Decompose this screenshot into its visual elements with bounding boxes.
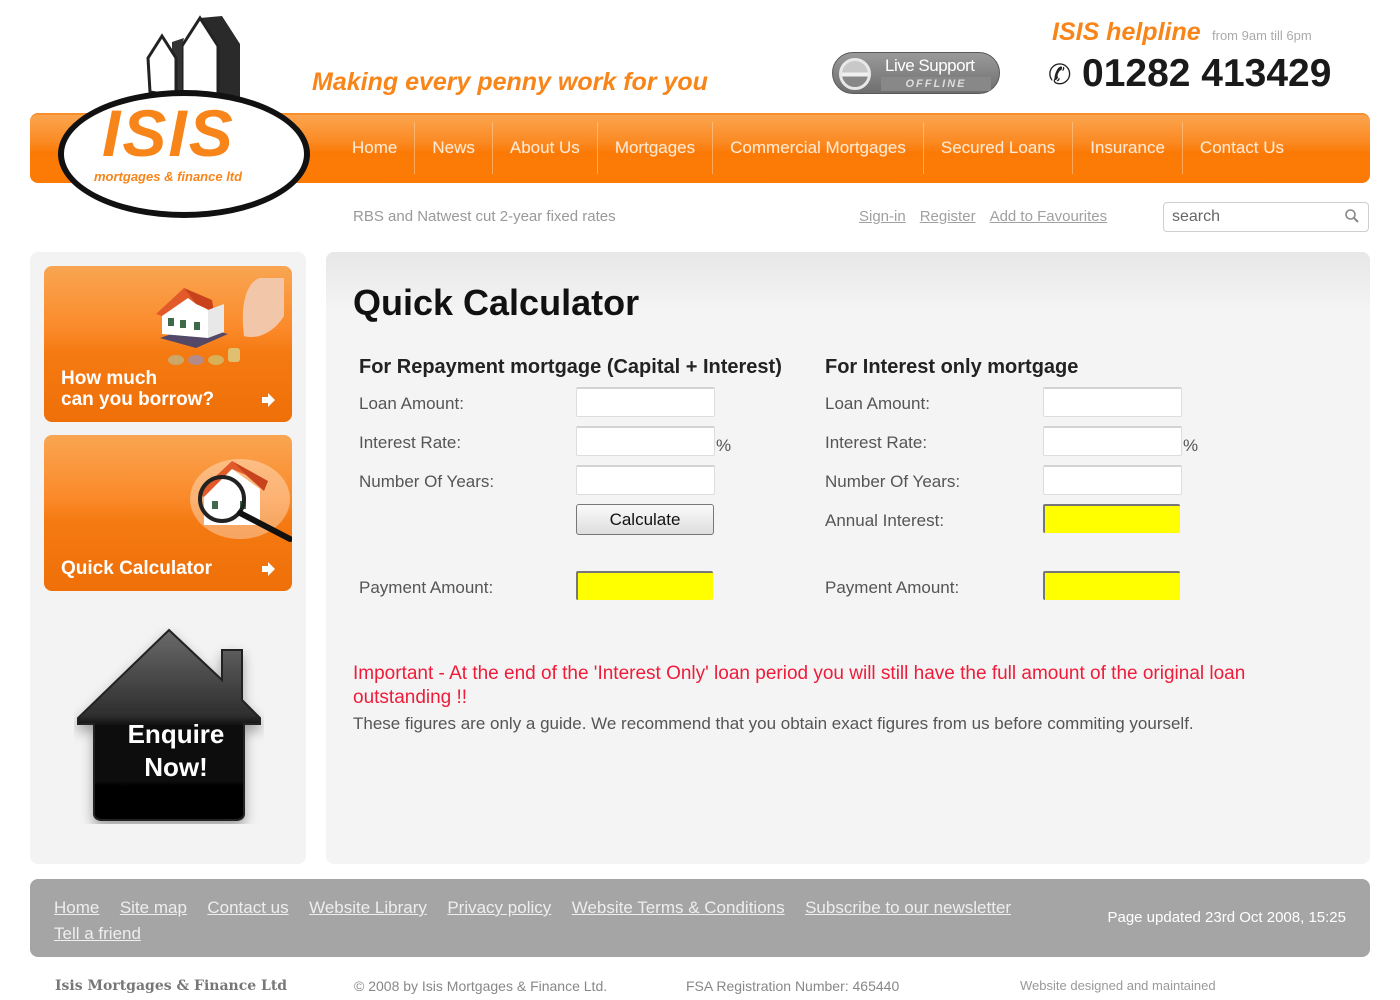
loan-amount-label: Loan Amount: bbox=[825, 394, 930, 413]
interest-only-heading: For Interest only mortgage bbox=[825, 356, 1079, 378]
search-icon[interactable] bbox=[1344, 208, 1360, 224]
calculate-button[interactable]: Calculate bbox=[576, 504, 714, 535]
nav-item-contact-us[interactable]: Contact Us bbox=[1181, 122, 1301, 174]
io-years-row: Number Of Years: bbox=[825, 465, 1182, 504]
enquire-now-button[interactable]: Enquire Now! bbox=[74, 624, 264, 824]
promo-label-line1: How much bbox=[61, 368, 158, 389]
promo-label: Quick Calculator bbox=[61, 558, 212, 579]
nav-item-commercial-mortgages[interactable]: Commercial Mortgages bbox=[712, 122, 923, 174]
footer-link-contact-us[interactable]: Contact us bbox=[207, 898, 288, 917]
footer-link-home[interactable]: Home bbox=[54, 898, 99, 917]
account-links: Sign-in Register Add to Favourites bbox=[859, 208, 1107, 225]
footer-link-privacy-policy[interactable]: Privacy policy bbox=[447, 898, 551, 917]
nav-item-about-us[interactable]: About Us bbox=[491, 122, 597, 174]
logo-text: ISIS bbox=[102, 96, 235, 170]
footer-designed-by[interactable]: Website designed and maintained bbox=[1020, 978, 1216, 993]
footer-link-newsletter[interactable]: Subscribe to our newsletter bbox=[805, 898, 1011, 917]
live-support-title: Live Support bbox=[885, 56, 975, 75]
years-label: Number Of Years: bbox=[359, 472, 495, 491]
promo-quick-calculator[interactable]: Quick Calculator bbox=[44, 435, 292, 591]
repayment-loan-amount-input[interactable] bbox=[576, 387, 715, 417]
repayment-interest-rate-input[interactable] bbox=[576, 426, 715, 456]
io-interest-rate-row: Interest Rate: % bbox=[825, 426, 1198, 465]
isis-logo[interactable]: ISIS mortgages & finance ltd bbox=[58, 14, 314, 218]
footer-links: Home Site map Contact us Website Library… bbox=[54, 895, 1054, 947]
sign-in-link[interactable]: Sign-in bbox=[859, 208, 906, 225]
live-support-icon bbox=[839, 58, 871, 90]
house-magnifier-icon bbox=[190, 459, 292, 542]
footer-link-tell-a-friend[interactable]: Tell a friend bbox=[54, 924, 141, 943]
interest-only-calculator: For Interest only mortgage Loan Amount: … bbox=[825, 356, 1198, 610]
promo-label-line1: Quick Calculator bbox=[61, 558, 212, 579]
logo-subtext: mortgages & finance ltd bbox=[94, 169, 243, 184]
nav-item-secured-loans[interactable]: Secured Loans bbox=[922, 122, 1072, 174]
io-annual-interest-row: Annual Interest: bbox=[825, 504, 1180, 543]
repayment-loan-amount-row: Loan Amount: bbox=[359, 387, 782, 426]
sidebar: How much can you borrow? Quick Calculato… bbox=[30, 252, 306, 864]
percent-sign: % bbox=[716, 436, 732, 455]
search-box bbox=[1163, 202, 1369, 232]
footer-link-website-library[interactable]: Website Library bbox=[309, 898, 427, 917]
footer-link-terms[interactable]: Website Terms & Conditions bbox=[572, 898, 785, 917]
io-payment-amount-output bbox=[1043, 571, 1180, 600]
calculate-row: Calculate bbox=[359, 504, 782, 543]
nav-item-home[interactable]: Home bbox=[348, 122, 414, 174]
io-years-input[interactable] bbox=[1043, 465, 1182, 495]
enquire-now-label: Enquire Now! bbox=[112, 718, 240, 784]
house-with-coins-icon bbox=[156, 278, 284, 365]
repayment-interest-rate-row: Interest Rate: % bbox=[359, 426, 782, 465]
enquire-line1: Enquire bbox=[127, 719, 225, 749]
io-loan-amount-row: Loan Amount: bbox=[825, 387, 1182, 426]
tagline: Making every penny work for you bbox=[312, 68, 708, 96]
register-link[interactable]: Register bbox=[920, 208, 976, 225]
footer-bar: Home Site map Contact us Website Library… bbox=[30, 879, 1370, 957]
interest-rate-label: Interest Rate: bbox=[359, 433, 462, 452]
io-interest-rate-input[interactable] bbox=[1043, 426, 1182, 456]
payment-amount-label: Payment Amount: bbox=[825, 578, 960, 597]
nav-item-insurance[interactable]: Insurance bbox=[1072, 122, 1182, 174]
search-input[interactable] bbox=[1164, 203, 1334, 231]
enquire-line2: Now! bbox=[144, 752, 208, 782]
interest-rate-label: Interest Rate: bbox=[825, 433, 928, 452]
quick-calculator-panel: Quick Calculator For Repayment mortgage … bbox=[326, 252, 1370, 864]
io-loan-amount-input[interactable] bbox=[1043, 387, 1182, 417]
page-updated: Page updated 23rd Oct 2008, 15:25 bbox=[1107, 909, 1346, 926]
annual-interest-label: Annual Interest: bbox=[825, 511, 945, 530]
repayment-calculator: For Repayment mortgage (Capital + Intere… bbox=[359, 356, 782, 610]
nav-menu: Home News About Us Mortgages Commercial … bbox=[348, 115, 1301, 181]
footer-link-site-map[interactable]: Site map bbox=[120, 898, 187, 917]
repayment-payment-row: Payment Amount: bbox=[359, 571, 782, 610]
footer-copyright: © 2008 by Isis Mortgages & Finance Ltd. bbox=[354, 978, 608, 994]
nav-item-mortgages[interactable]: Mortgages bbox=[596, 122, 712, 174]
io-annual-interest-output bbox=[1043, 504, 1180, 533]
live-support-button[interactable]: Live Support OFFLINE bbox=[832, 52, 1000, 94]
promo-how-much-can-you-borrow[interactable]: How much can you borrow? bbox=[44, 266, 292, 422]
io-payment-row: Payment Amount: bbox=[825, 571, 1180, 610]
phone-icon: ✆ bbox=[1048, 59, 1072, 90]
loan-amount-label: Loan Amount: bbox=[359, 394, 464, 413]
helpline-phone-number: 01282 413429 bbox=[1082, 52, 1332, 95]
arrow-right-icon bbox=[262, 393, 275, 407]
nav-item-news[interactable]: News bbox=[414, 122, 492, 174]
payment-amount-label: Payment Amount: bbox=[359, 578, 494, 597]
years-label: Number Of Years: bbox=[825, 472, 961, 491]
footer-company: Isis Mortgages & Finance Ltd bbox=[55, 978, 288, 994]
repayment-years-row: Number Of Years: bbox=[359, 465, 782, 504]
repayment-payment-amount-output bbox=[576, 571, 713, 600]
helpline-title: ISIS helpline bbox=[1052, 18, 1201, 46]
add-to-favourites-link[interactable]: Add to Favourites bbox=[990, 208, 1108, 225]
interest-only-warning: Important - At the end of the 'Interest … bbox=[353, 663, 1246, 708]
helpline-hours: from 9am till 6pm bbox=[1212, 28, 1312, 43]
page-title: Quick Calculator bbox=[353, 282, 640, 323]
repayment-years-input[interactable] bbox=[576, 465, 715, 495]
promo-label: How much can you borrow? bbox=[61, 368, 214, 410]
promo-label-line2: can you borrow? bbox=[61, 389, 215, 410]
repayment-heading: For Repayment mortgage (Capital + Intere… bbox=[359, 356, 782, 378]
arrow-right-icon bbox=[262, 562, 275, 576]
live-support-status: OFFLINE bbox=[881, 77, 991, 91]
percent-sign: % bbox=[1183, 436, 1199, 455]
footer-fsa-number: FSA Registration Number: 465440 bbox=[686, 978, 900, 994]
news-headline-link[interactable]: RBS and Natwest cut 2-year fixed rates bbox=[353, 208, 616, 225]
guide-disclaimer: These figures are only a guide. We recom… bbox=[353, 714, 1194, 733]
